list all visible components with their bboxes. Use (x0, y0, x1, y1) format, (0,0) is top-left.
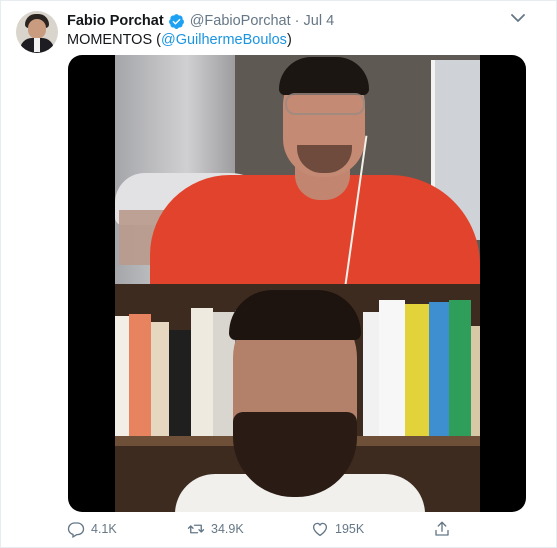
book-spine (363, 312, 379, 436)
verified-badge-icon (168, 13, 184, 29)
reply-count: 4.1K (91, 522, 117, 536)
author-name[interactable]: Fabio Porchat (67, 13, 164, 29)
tweet-date[interactable]: Jul 4 (304, 13, 335, 29)
person-glasses (285, 93, 365, 115)
reply-icon (67, 522, 85, 538)
avatar-shirt (34, 38, 40, 52)
video-frame-bottom (115, 284, 480, 512)
tweet-text-suffix: ) (286, 32, 292, 48)
tweet-text-prefix: MOMENTOS ( (67, 32, 161, 48)
tweet-card[interactable]: Fabio Porchat @FabioPorchat · Jul 4 MOME… (0, 0, 557, 548)
tweet-text: MOMENTOS (@GuilhermeBoulos) (67, 31, 292, 49)
tweet-header: Fabio Porchat @FabioPorchat · Jul 4 (67, 11, 334, 31)
share-icon (435, 521, 449, 536)
mention-link[interactable]: @GuilhermeBoulos (161, 32, 287, 48)
book-spine (471, 326, 480, 436)
like-button[interactable]: 195K (311, 519, 364, 539)
book-spine (405, 304, 429, 436)
like-count: 195K (335, 522, 365, 536)
book-spine (191, 308, 213, 436)
reply-button[interactable]: 4.1K (67, 519, 117, 539)
chevron-down-icon[interactable] (511, 13, 525, 23)
person-hair (229, 290, 361, 340)
book-spine (449, 300, 471, 436)
book-spine (151, 322, 169, 436)
book-spine (429, 302, 449, 436)
share-button[interactable] (433, 519, 457, 539)
book-spine (379, 300, 405, 436)
retweet-button[interactable]: 34.9K (187, 519, 244, 539)
separator-dot: · (294, 13, 300, 29)
video-frame-top (115, 55, 480, 284)
retweet-count: 34.9K (211, 522, 244, 536)
video-media[interactable] (68, 55, 526, 512)
book-spine (129, 314, 151, 436)
avatar-face (28, 19, 46, 39)
author-handle[interactable]: @FabioPorchat (190, 13, 291, 29)
avatar[interactable] (16, 11, 58, 53)
book-spine (115, 316, 129, 436)
book-spine (169, 330, 191, 436)
person-hair (279, 57, 369, 95)
retweet-icon (187, 524, 205, 534)
like-icon (312, 522, 328, 537)
